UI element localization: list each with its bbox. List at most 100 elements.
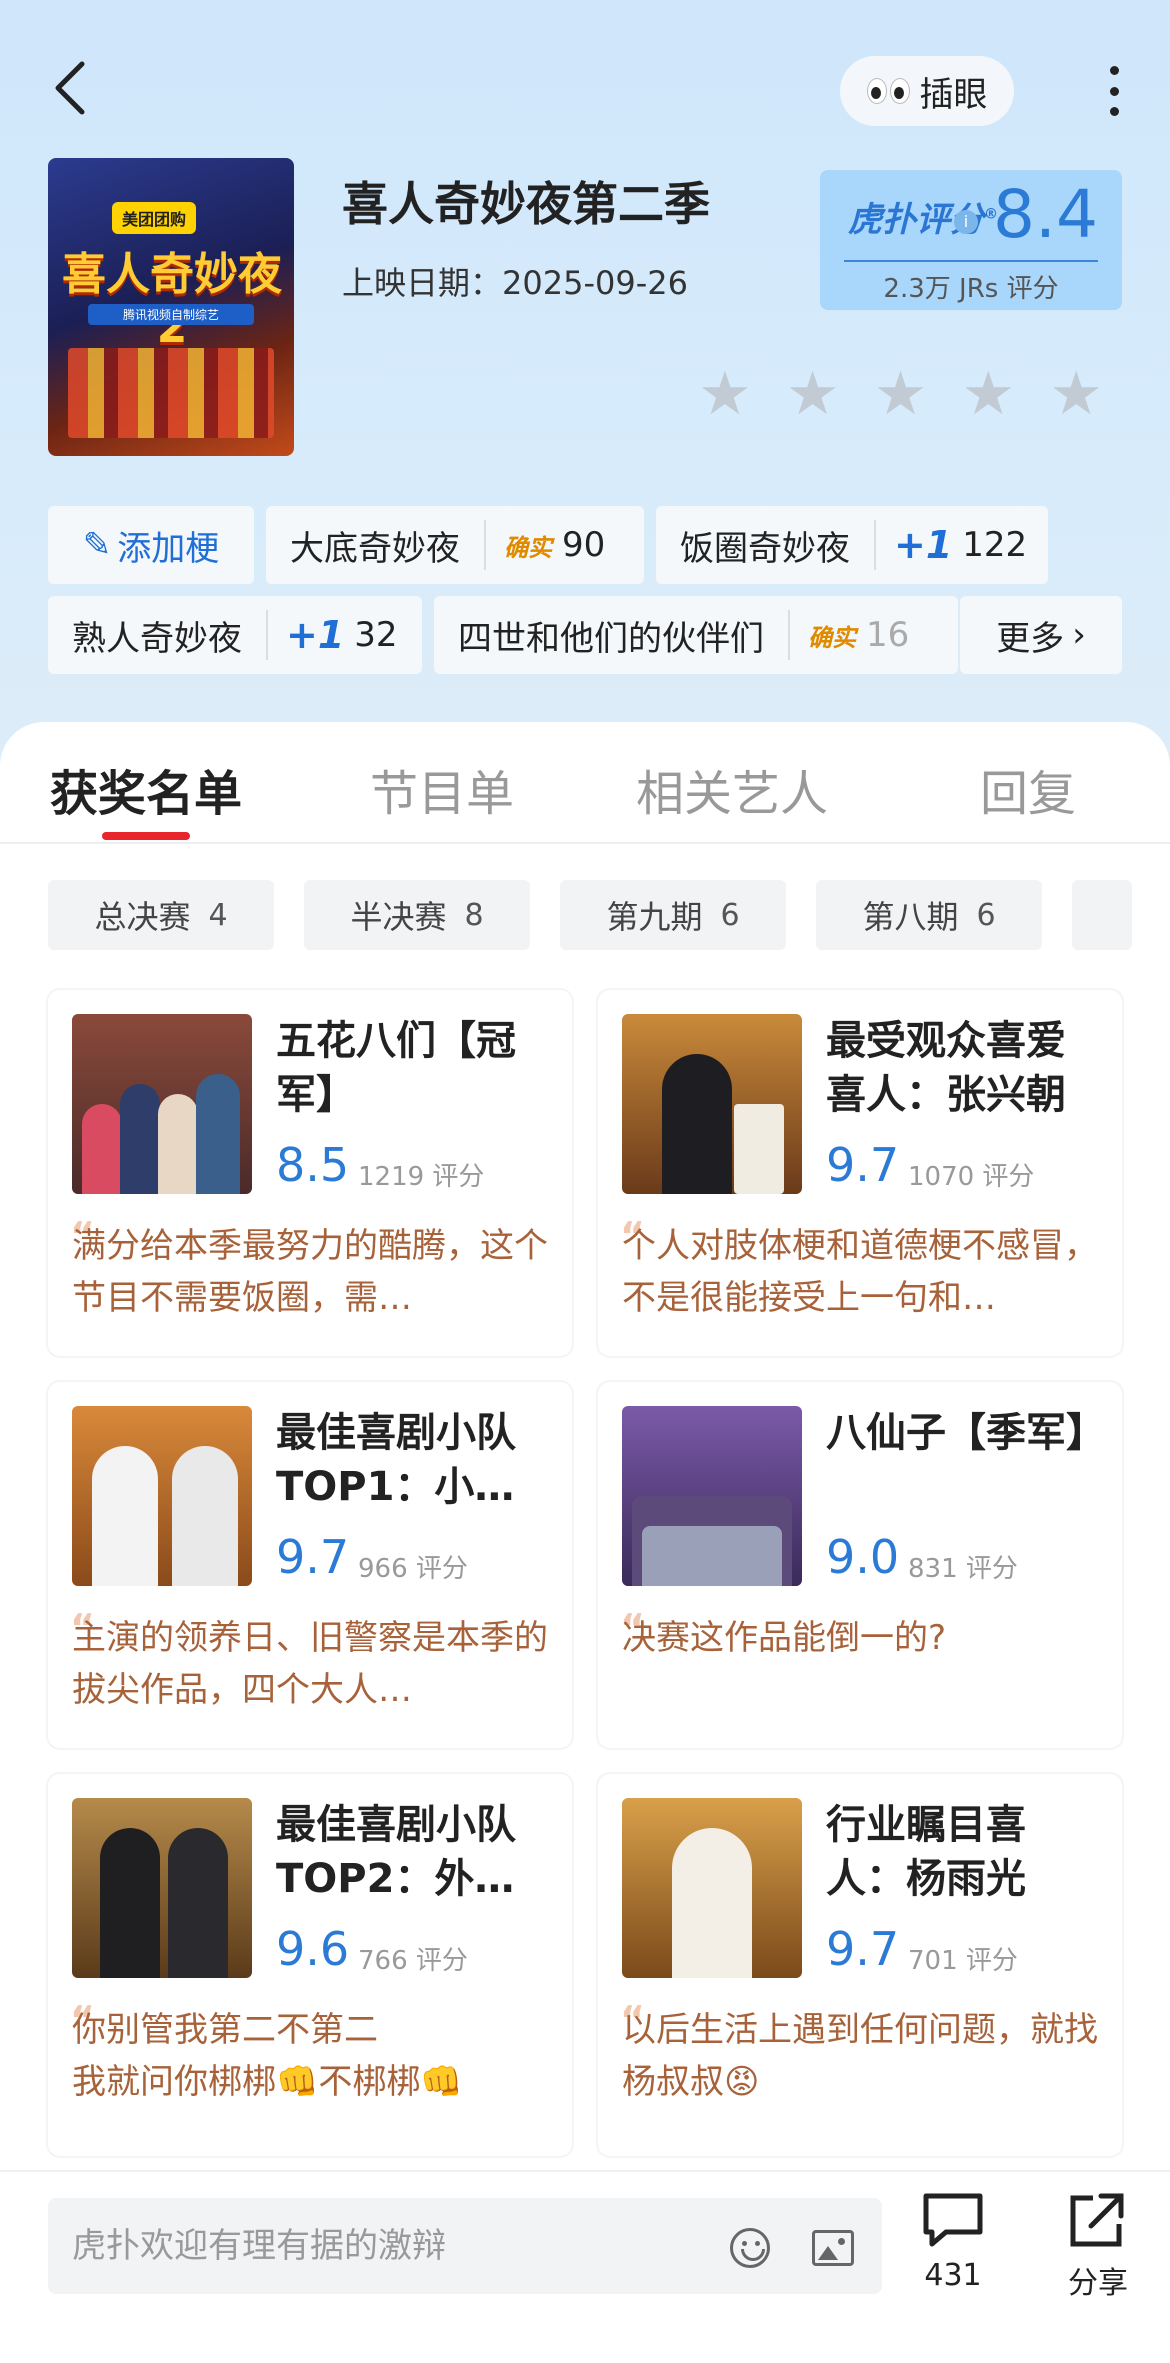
more-tags-button[interactable]: 更多 ›	[960, 596, 1122, 674]
emoji-icon[interactable]	[730, 2228, 770, 2268]
award-card[interactable]: 八仙子【季军】 9.0 831 评分 “ 决赛这作品能倒一的?	[598, 1382, 1122, 1748]
card-thumbnail	[622, 1014, 802, 1194]
poster-artwork	[68, 348, 274, 438]
card-quote: 个人对肢体梗和道德梗不感冒，不是很能接受上一句和…	[622, 1226, 1098, 1318]
poster-title: 喜人奇妙夜2	[62, 249, 282, 353]
star-icon[interactable]: ★	[786, 364, 840, 424]
star-icon[interactable]: ★	[698, 364, 752, 424]
card-thumbnail	[72, 1014, 252, 1194]
card-quote: 你别管我第二不第二 我就问你梆梆👊不梆梆👊	[72, 2010, 463, 2102]
card-quote: 满分给本季最努力的酷腾，这个节目不需要饭圈，需…	[72, 1226, 548, 1318]
award-card[interactable]: 最佳喜剧小队TOP2：外… 9.6 766 评分 “ 你别管我第二不第二 我就问…	[48, 1774, 572, 2156]
card-score: 9.7	[276, 1530, 350, 1584]
share-button[interactable]: 分享	[1062, 2190, 1134, 2302]
card-rating-count: 1219 评分	[358, 1162, 485, 1192]
filter-chip[interactable]	[1072, 880, 1132, 950]
star-icon[interactable]: ★	[874, 364, 928, 424]
tag-count: 90	[562, 525, 606, 565]
more-options-icon[interactable]	[1100, 66, 1128, 116]
card-quote: 主演的领养日、旧警察是本季的拔尖作品，四个大人…	[72, 1618, 548, 1710]
award-card[interactable]: 行业瞩目喜人：杨雨光 9.7 701 评分 “ 以后生活上遇到任何问题，就找杨叔…	[598, 1774, 1122, 2156]
share-icon	[1070, 2193, 1124, 2247]
confirm-badge-icon: 确实	[808, 623, 856, 652]
award-card[interactable]: 最佳喜剧小队TOP1：小… 9.7 966 评分 “ 主演的领养日、旧警察是本季…	[48, 1382, 572, 1748]
tab-replies[interactable]: 回复	[980, 754, 1076, 824]
card-thumbnail	[72, 1406, 252, 1586]
card-thumbnail	[622, 1406, 802, 1586]
comment-icon	[923, 2193, 983, 2247]
card-thumbnail	[622, 1798, 802, 1978]
card-rating-count: 966 评分	[358, 1554, 468, 1584]
tag-count: 122	[962, 525, 1028, 565]
tag-name: 四世和他们的伙伴们	[458, 618, 764, 659]
plus-one-badge-icon: +1	[894, 523, 953, 567]
score-count: 2.3万 JRs 评分	[883, 274, 1059, 304]
add-meme-button[interactable]: ✎ 添加梗	[48, 506, 254, 584]
poster-brand: 美团团购	[112, 202, 197, 234]
star-icon[interactable]: ★	[961, 364, 1015, 424]
chevron-right-icon: ›	[1072, 615, 1086, 655]
card-title: 最受观众喜爱喜人：张兴朝	[826, 1018, 1066, 1118]
tab-bar: 获奖名单 节目单 相关艺人 回复	[0, 722, 1170, 844]
tag-chip[interactable]: 熟人奇妙夜 +1 32	[48, 596, 422, 674]
filter-chip[interactable]: 总决赛 4	[48, 880, 274, 950]
card-title: 最佳喜剧小队TOP1：小…	[276, 1410, 516, 1510]
tag-name: 熟人奇妙夜	[72, 618, 242, 659]
bottom-bar: 虎扑欢迎有理有据的激辩 431 分享	[0, 2170, 1170, 2363]
card-quote: 决赛这作品能倒一的?	[622, 1618, 947, 1658]
tag-chip[interactable]: 饭圈奇妙夜 +1 122	[656, 506, 1048, 584]
tag-name: 大底奇妙夜	[290, 528, 460, 569]
release-date: 上映日期：2025-09-26	[342, 264, 688, 302]
card-rating-count: 1070 评分	[908, 1162, 1035, 1192]
peek-button[interactable]: 插眼	[840, 56, 1014, 126]
tag-chip[interactable]: 四世和他们的伙伴们 确实 16	[434, 596, 958, 674]
tab-indicator	[102, 832, 190, 840]
show-title: 喜人奇妙夜第二季	[342, 177, 710, 231]
card-title: 八仙子【季军】	[826, 1410, 1102, 1456]
peek-label: 插眼	[919, 74, 988, 115]
card-rating-count: 766 评分	[358, 1946, 468, 1976]
card-score: 9.7	[826, 1138, 900, 1192]
card-rating-count: 701 评分	[908, 1946, 1018, 1976]
card-score: 9.6	[276, 1922, 350, 1976]
award-card[interactable]: 五花八们【冠军】 8.5 1219 评分 “ 满分给本季最努力的酷腾，这个节目不…	[48, 990, 572, 1356]
pencil-icon: ✎	[82, 525, 112, 565]
card-thumbnail	[72, 1798, 252, 1978]
card-title: 行业瞩目喜人：杨雨光	[826, 1802, 1026, 1902]
add-meme-label: 添加梗	[117, 528, 220, 569]
rating-stars[interactable]: ★ ★ ★ ★ ★	[698, 364, 1103, 424]
tab-artists[interactable]: 相关艺人	[636, 754, 828, 824]
comment-button[interactable]: 431	[920, 2190, 986, 2293]
score-divider	[844, 260, 1098, 262]
eyes-icon	[866, 78, 910, 104]
filter-chip[interactable]: 半决赛 8	[304, 880, 530, 950]
tag-name: 饭圈奇妙夜	[680, 528, 850, 569]
card-rating-count: 831 评分	[908, 1554, 1018, 1584]
tag-count: 32	[354, 615, 398, 655]
more-label: 更多	[996, 618, 1065, 659]
plus-one-badge-icon: +1	[286, 613, 345, 657]
show-poster[interactable]: 美团团购 喜人奇妙夜2 腾讯视频自制综艺	[48, 158, 294, 456]
image-icon[interactable]	[812, 2230, 854, 2266]
filter-chip[interactable]: 第九期 6	[560, 880, 786, 950]
filter-chip[interactable]: 第八期 6	[816, 880, 1042, 950]
confirm-badge-icon: 确实	[504, 533, 552, 562]
tab-awards[interactable]: 获奖名单	[50, 754, 242, 824]
poster-subtitle: 腾讯视频自制综艺	[88, 304, 254, 325]
card-score: 8.5	[276, 1138, 350, 1192]
tag-count: 16	[866, 615, 910, 655]
overall-score: 8.4	[993, 176, 1098, 253]
card-title: 五花八们【冠军】	[276, 1018, 516, 1118]
award-card[interactable]: 最受观众喜爱喜人：张兴朝 9.7 1070 评分 “ 个人对肢体梗和道德梗不感冒…	[598, 990, 1122, 1356]
info-icon[interactable]: i	[954, 210, 978, 234]
episode-filters: 总决赛 4 半决赛 8 第九期 6 第八期 6	[48, 880, 1132, 950]
comment-count: 431	[924, 2258, 982, 2293]
back-arrow-icon[interactable]	[48, 58, 92, 118]
card-score: 9.7	[826, 1922, 900, 1976]
share-label: 分享	[1068, 2266, 1128, 2301]
card-score: 9.0	[826, 1530, 900, 1584]
star-icon[interactable]: ★	[1049, 364, 1103, 424]
tab-program[interactable]: 节目单	[370, 754, 514, 824]
score-box[interactable]: 虎扑评分® i 8.4 2.3万 JRs 评分	[820, 170, 1122, 310]
tag-chip[interactable]: 大底奇妙夜 确实 90	[266, 506, 644, 584]
